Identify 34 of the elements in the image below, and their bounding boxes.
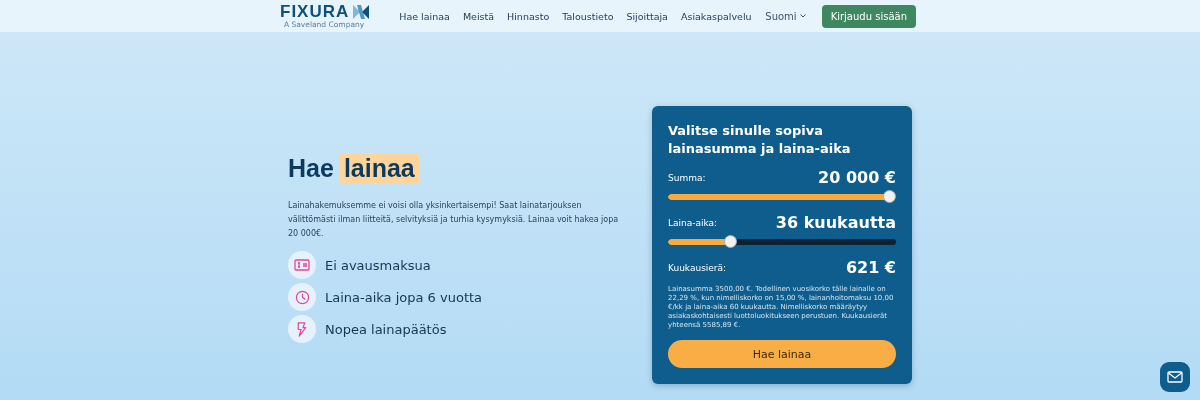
feature-text: Nopea lainapäätös [325,321,447,337]
slider-handle[interactable] [883,190,896,203]
nav-link[interactable]: Asiakaspalvelu [680,10,752,22]
chat-button[interactable] [1160,362,1190,392]
login-button[interactable]: Kirjaudu sisään [821,4,916,28]
feature-text: Ei avausmaksua [325,257,431,273]
slider-handle[interactable] [723,235,737,248]
clock-icon [294,289,310,305]
highlighted-title-word: lainaa [339,154,419,183]
monthly-value: 621 € [845,258,896,277]
nav-link[interactable]: Hinnasto [507,10,550,22]
slider-label: Summa: [668,172,706,183]
slider[interactable] [668,235,896,248]
lightning-icon [296,321,308,337]
cash-icon [294,259,310,271]
nav-link[interactable]: Taloustieto [562,10,614,22]
logo-text[interactable]: FIXURA [280,3,350,20]
logo-icon [353,3,370,20]
slider-value: 20 000 € [818,168,896,187]
calculator-title: Valitse sinulle sopiva lainasumma ja laina-aika [668,122,852,158]
slider-value: 36 kuukautta [775,213,896,232]
nav-link[interactable]: Meistä [462,10,495,22]
feature-text: Laina-aika jopa 6 vuotta [325,289,483,305]
slider-label: Laina-aika: [668,217,718,228]
nav-link[interactable]: Hae lainaa [399,10,450,22]
monthly-label: Kuukausierä: [668,262,727,273]
hero-title: Hae [288,154,334,183]
nav-link[interactable]: Sijoittaja [626,10,668,22]
chevron-down-icon [799,14,806,18]
intro-text: Lainahakemuksemme ei voisi olla yksinkertaisempi! Saat lainatarjouksen välittömästi ilman liitteitä, selvityksiä ja turhia kysymyksiä. Lainaa voit hakea jopa 20 000€. [288,200,620,240]
slider[interactable] [668,190,896,203]
apply-button[interactable]: Hae lainaa [668,340,896,368]
language-selector[interactable]: Suomi [765,10,806,22]
mail-icon [1167,371,1183,383]
